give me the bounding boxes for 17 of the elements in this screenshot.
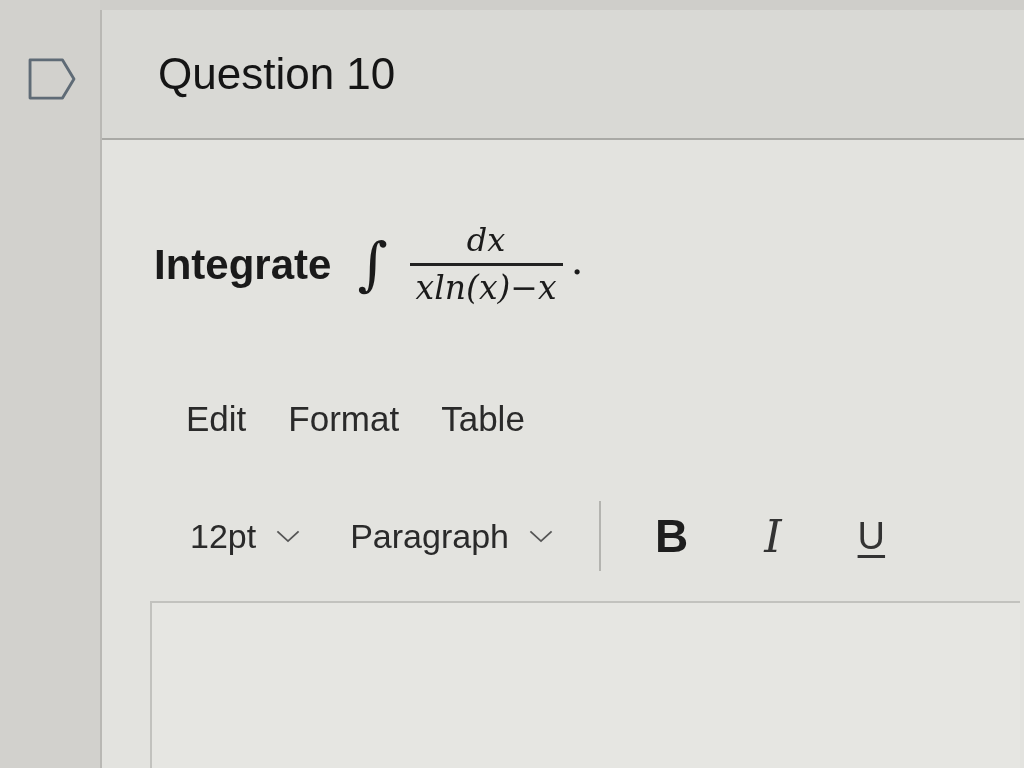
underline-button[interactable]: U xyxy=(845,512,898,560)
menu-item[interactable]: Table xyxy=(431,395,535,444)
formula-period: . xyxy=(570,236,584,283)
chevron-down-icon xyxy=(528,529,553,543)
prompt-text: Integrate xyxy=(154,240,332,289)
italic-button[interactable]: I xyxy=(752,508,794,564)
menu-item[interactable]: Format xyxy=(278,395,410,444)
chevron-down-icon xyxy=(276,529,301,543)
tag-icon[interactable] xyxy=(28,58,76,100)
integral-sign: ∫ xyxy=(357,232,388,297)
dropdown-button[interactable]: 12pt xyxy=(180,512,311,560)
bold-button[interactable]: B xyxy=(642,507,701,566)
fraction-numerator: dx xyxy=(409,222,563,266)
menu-item[interactable]: Edit xyxy=(176,395,257,444)
question-title: Question 10 xyxy=(158,49,396,99)
dropdown-button[interactable]: Paragraph xyxy=(340,512,563,560)
fraction-denominator: xln(x)−x xyxy=(414,266,558,308)
